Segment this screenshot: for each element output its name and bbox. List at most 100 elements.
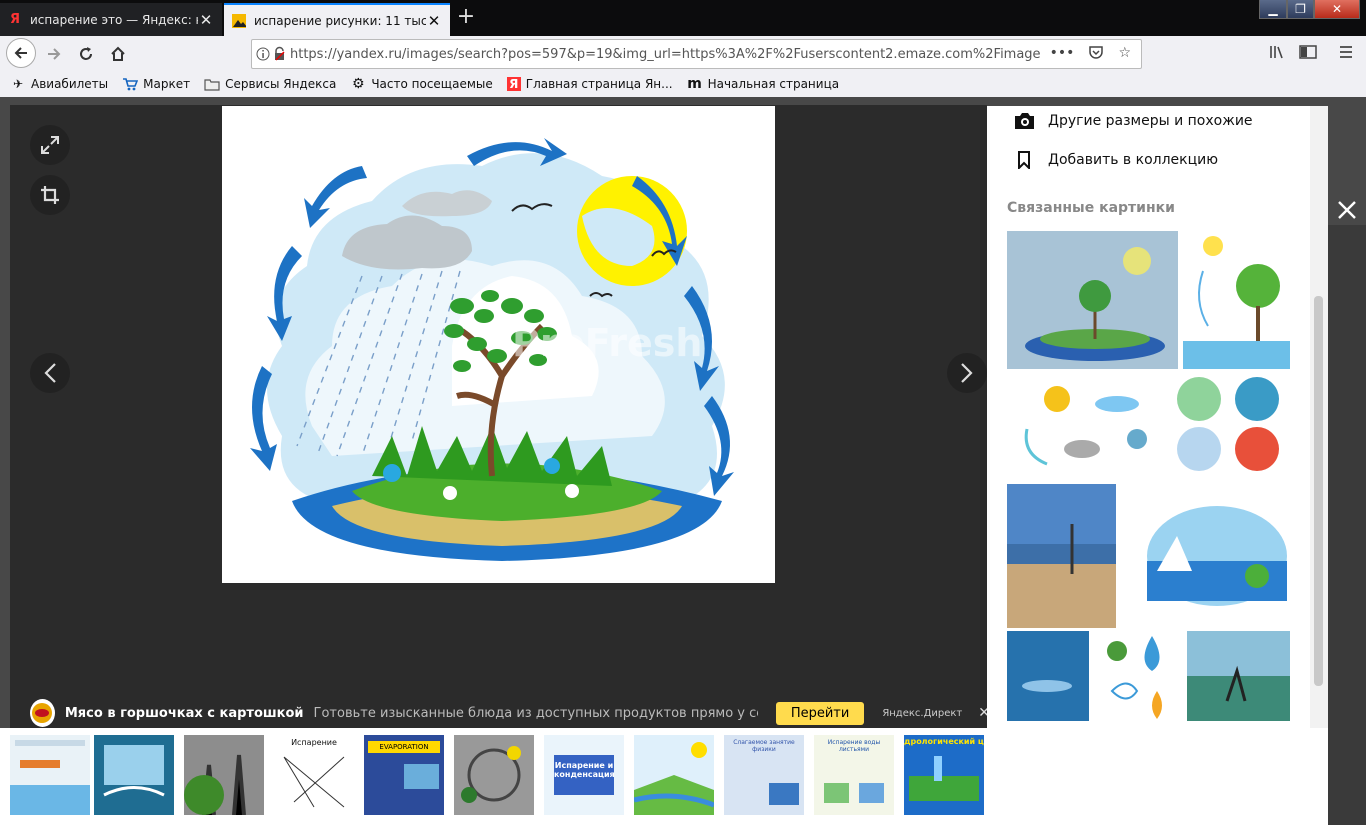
- navigation-bar: https://yandex.ru/images/search?pos=597&…: [0, 36, 1366, 72]
- bookmark-label: Маркет: [143, 77, 191, 91]
- ad-text: Готовьте изысканные блюда из доступных п…: [313, 705, 758, 721]
- pocket-icon[interactable]: [1088, 45, 1104, 63]
- bookmark-services[interactable]: Сервисы Яндекса: [204, 77, 336, 91]
- thumbnail-item[interactable]: [634, 735, 714, 815]
- fullscreen-button[interactable]: [30, 125, 70, 165]
- tab-strip: Я испарение это — Яндекс: наш ✕ испарени…: [0, 0, 1366, 36]
- close-viewer-button[interactable]: [1334, 197, 1360, 223]
- cart-icon: [122, 77, 139, 91]
- address-bar[interactable]: https://yandex.ru/images/search?pos=597&…: [251, 39, 1142, 69]
- bookmarks-toolbar: ✈ Авиабилеты Маркет Сервисы Яндекса ⚙ Ча…: [0, 72, 1366, 96]
- chevron-left-icon: [44, 363, 56, 383]
- close-window-button[interactable]: ✕: [1314, 0, 1360, 19]
- thumbnail-caption: Слагаемое занятие физики: [733, 739, 795, 753]
- library-icon[interactable]: [1268, 44, 1288, 64]
- related-image[interactable]: [1167, 374, 1290, 474]
- home-icon: [111, 46, 125, 61]
- crop-button[interactable]: [30, 175, 70, 215]
- thumbnail-item[interactable]: EVAPORATION: [364, 735, 444, 815]
- image-favicon-icon: [232, 13, 246, 28]
- related-image[interactable]: [1007, 484, 1116, 628]
- bookmark-icon: [1014, 150, 1034, 170]
- thumbnail-caption: Испарение и конденсация: [554, 755, 615, 795]
- close-icon: [1338, 201, 1356, 219]
- arrow-left-icon: [14, 47, 27, 59]
- bookmark-label: Авиабилеты: [31, 77, 109, 91]
- maximize-button[interactable]: ❐: [1287, 0, 1314, 19]
- thumbnail-item[interactable]: Испарение и конденсация: [544, 735, 624, 815]
- menu-icon[interactable]: [1336, 44, 1356, 64]
- related-image[interactable]: [1007, 374, 1159, 474]
- ad-logo: [30, 699, 55, 727]
- bookmark-start-page[interactable]: m Начальная страница: [687, 76, 840, 92]
- expand-icon: [41, 136, 59, 154]
- tab-images[interactable]: испарение рисунки: 11 тыс из ✕: [224, 3, 450, 36]
- related-image[interactable]: [1137, 501, 1290, 614]
- ad-go-button[interactable]: Перейти: [775, 701, 865, 725]
- thumbnail-item[interactable]: [94, 735, 174, 815]
- sidebar-toggle-icon[interactable]: [1298, 44, 1318, 64]
- thumbnail-strip: Испарение EVAPORATION Испарение и конден…: [10, 735, 987, 815]
- related-image[interactable]: [1007, 231, 1178, 369]
- bookmark-star-icon[interactable]: ☆: [1118, 45, 1131, 63]
- add-to-collection-label: Добавить в коллекцию: [1048, 152, 1219, 168]
- home-button[interactable]: [104, 40, 132, 68]
- thumbnail-item[interactable]: Испарение воды листьями: [814, 735, 894, 815]
- scrollbar-thumb[interactable]: [1314, 296, 1323, 686]
- reload-button[interactable]: [72, 40, 100, 68]
- other-sizes-link[interactable]: Другие размеры и похожие: [1014, 111, 1253, 131]
- previous-image-button[interactable]: [30, 353, 70, 393]
- site-info-icon[interactable]: [252, 46, 290, 62]
- bookmark-market[interactable]: Маркет: [122, 77, 190, 91]
- minimize-button[interactable]: ▁: [1259, 0, 1287, 19]
- back-button[interactable]: [6, 38, 36, 68]
- url-text[interactable]: https://yandex.ru/images/search?pos=597&…: [290, 47, 1040, 62]
- thumbnail-caption: дрологический цикл: [904, 737, 984, 746]
- thumbnail-item[interactable]: Слагаемое занятие физики: [724, 735, 804, 815]
- main-image[interactable]: ProFresh: [222, 106, 775, 583]
- ad-source[interactable]: Яндекс.Директ: [882, 708, 962, 719]
- bookmark-frequent[interactable]: ⚙ Часто посещаемые: [350, 76, 493, 92]
- thumbnail-item[interactable]: Испарение: [274, 735, 354, 815]
- tab-close-icon[interactable]: ✕: [198, 11, 214, 29]
- tab-close-icon[interactable]: ✕: [426, 12, 442, 30]
- ad-banner: Мясо в горшочках с картошкой Готовьте из…: [30, 697, 990, 729]
- yandex-favicon-icon: Я: [9, 12, 20, 27]
- next-image-button[interactable]: [947, 353, 987, 393]
- arrow-right-icon: [48, 48, 61, 60]
- page-actions-icon[interactable]: •••: [1050, 45, 1075, 63]
- bookmark-label: Часто посещаемые: [371, 77, 493, 91]
- related-image[interactable]: [1097, 631, 1177, 721]
- related-image[interactable]: [1007, 631, 1089, 721]
- thumbnail-item[interactable]: дрологический цикл: [904, 735, 984, 815]
- add-to-collection-link[interactable]: Добавить в коллекцию: [1014, 150, 1218, 170]
- new-tab-button[interactable]: +: [452, 3, 480, 33]
- ad-title[interactable]: Мясо в горшочках с картошкой: [65, 706, 304, 721]
- sidebar-scrollbar[interactable]: [1310, 106, 1328, 728]
- folder-icon: [204, 77, 220, 91]
- yandex-icon: Я: [506, 77, 521, 91]
- thumbnail-item[interactable]: [10, 735, 90, 815]
- bookmark-avia[interactable]: ✈ Авиабилеты: [10, 77, 108, 91]
- tab-title: испарение это — Яндекс: наш: [30, 12, 198, 27]
- tab-search[interactable]: Я испарение это — Яндекс: наш ✕: [0, 3, 222, 36]
- thumbnail-caption: Испарение воды листьями: [827, 739, 881, 753]
- bookmark-label: Начальная страница: [707, 77, 840, 91]
- tab-title: испарение рисунки: 11 тыс из: [254, 13, 426, 28]
- thumbnail-caption: EVAPORATION: [368, 741, 440, 753]
- image-info-sidebar: Другие размеры и похожие Добавить в колл…: [987, 106, 1310, 728]
- plane-icon: ✈: [12, 77, 24, 91]
- camera-search-icon: [1014, 111, 1034, 131]
- reload-icon: [80, 47, 92, 60]
- thumbnail-item[interactable]: [454, 735, 534, 815]
- thumbnail-item[interactable]: [184, 735, 264, 815]
- forward-button[interactable]: [40, 40, 68, 68]
- gear-icon: ⚙: [352, 76, 365, 92]
- browser-chrome: Я испарение это — Яндекс: наш ✕ испарени…: [0, 0, 1366, 97]
- other-sizes-label: Другие размеры и похожие: [1048, 113, 1253, 129]
- image-watermark: ProFresh: [512, 321, 702, 365]
- related-image[interactable]: [1187, 631, 1290, 721]
- bookmark-yandex-home[interactable]: Я Главная страница Ян...: [506, 77, 673, 91]
- page-behind-strip: [1328, 225, 1366, 825]
- related-image[interactable]: [1183, 231, 1290, 369]
